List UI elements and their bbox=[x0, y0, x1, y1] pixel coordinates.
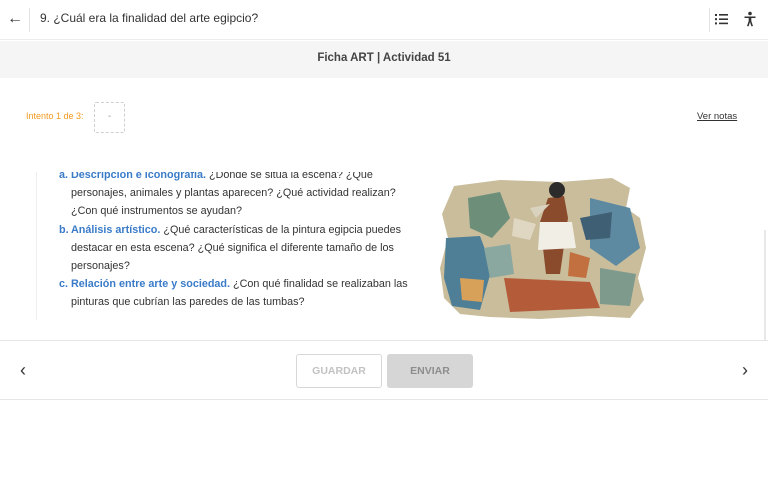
back-button[interactable]: ← bbox=[6, 9, 24, 29]
arrow-left-icon: ← bbox=[7, 10, 23, 27]
egyptian-painting-image bbox=[440, 178, 646, 319]
item-marker: c. bbox=[59, 278, 69, 291]
save-button[interactable]: GUARDAR bbox=[296, 354, 382, 388]
view-notes-link[interactable]: Ver notas bbox=[697, 111, 737, 122]
accessibility-icon bbox=[744, 11, 756, 27]
attempt-score: - bbox=[94, 102, 125, 133]
question-content: a. Descripción e iconografía. ¿Dónde se s… bbox=[36, 172, 416, 320]
activity-title: Ficha ART | Actividad 51 bbox=[317, 52, 451, 64]
top-bar: ← 9. ¿Cuál era la finalidad del arte egi… bbox=[0, 0, 768, 40]
item-heading: Relación entre arte y sociedad. bbox=[71, 278, 231, 291]
item-heading: Descripción e iconografía. bbox=[71, 172, 206, 181]
attempt-label: Intento 1 de 3: bbox=[26, 111, 84, 121]
bottom-bar: ‹ GUARDAR ENVIAR › bbox=[0, 340, 768, 400]
divider bbox=[709, 8, 710, 32]
list-item: a. Descripción e iconografía. ¿Dónde se s… bbox=[37, 172, 416, 221]
list-item: b. Análisis artístico. ¿Qué característic… bbox=[37, 221, 416, 276]
chevron-right-icon: › bbox=[742, 360, 748, 380]
item-marker: a. bbox=[59, 172, 69, 181]
activity-header: Ficha ART | Actividad 51 bbox=[0, 41, 768, 78]
divider bbox=[29, 8, 30, 32]
question-title: 9. ¿Cuál era la finalidad del arte egipc… bbox=[40, 11, 259, 25]
list-button[interactable] bbox=[714, 10, 730, 28]
accessibility-button[interactable] bbox=[742, 10, 758, 28]
previous-button[interactable]: ‹ bbox=[14, 360, 32, 380]
send-button[interactable]: ENVIAR bbox=[387, 354, 473, 388]
list-icon bbox=[715, 14, 728, 25]
chevron-left-icon: ‹ bbox=[20, 360, 26, 380]
item-heading: Análisis artístico. bbox=[71, 223, 161, 236]
item-marker: b. bbox=[59, 223, 69, 236]
list-item: c. Relación entre arte y sociedad. ¿Con q… bbox=[37, 275, 416, 311]
next-button[interactable]: › bbox=[736, 360, 754, 380]
